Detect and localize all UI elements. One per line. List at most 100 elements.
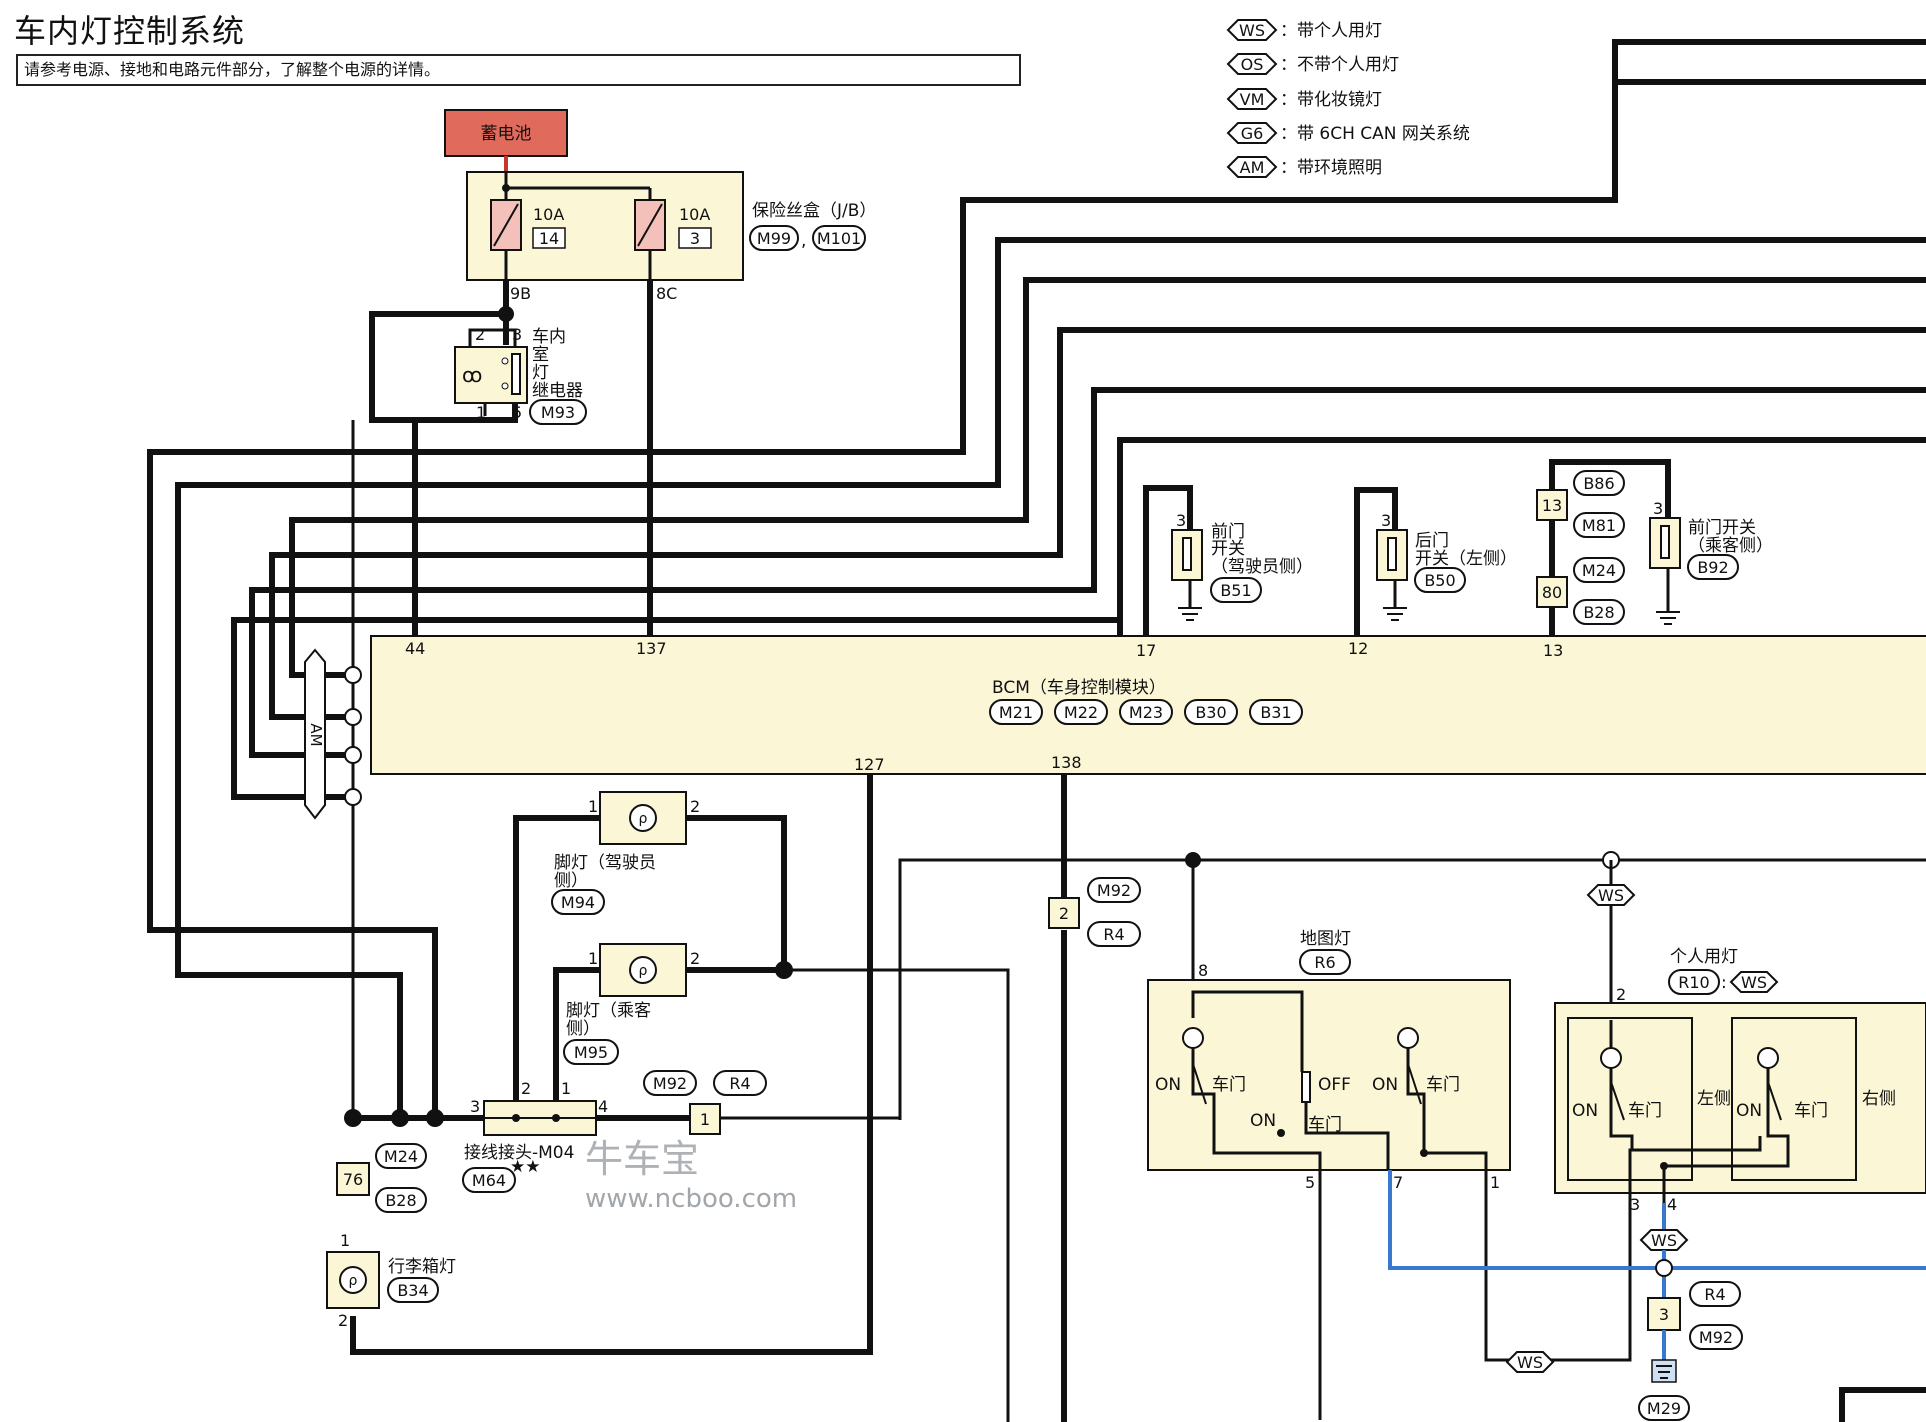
connector-76: 76 M24 B28 bbox=[336, 1143, 427, 1213]
svg-text:ρ: ρ bbox=[639, 963, 648, 979]
svg-text:M24: M24 bbox=[384, 1147, 418, 1166]
svg-text:2: 2 bbox=[690, 797, 700, 816]
svg-text:WS: WS bbox=[1239, 21, 1265, 40]
svg-text:B50: B50 bbox=[1424, 571, 1455, 590]
svg-text:ON: ON bbox=[1736, 1101, 1762, 1121]
svg-text:开关（左侧）: 开关（左侧） bbox=[1415, 549, 1517, 569]
fuse-box-connectors: M99 , M101 bbox=[749, 225, 866, 251]
svg-text:WS: WS bbox=[1741, 973, 1767, 992]
svg-text:WS: WS bbox=[1598, 886, 1624, 905]
svg-text:M21: M21 bbox=[999, 703, 1033, 722]
svg-text:右侧: 右侧 bbox=[1862, 1089, 1896, 1109]
svg-text:M22: M22 bbox=[1064, 703, 1098, 722]
svg-text:：带 6CH CAN 网关系统: ：带 6CH CAN 网关系统 bbox=[1280, 124, 1470, 144]
svg-text:1: 1 bbox=[700, 1110, 710, 1129]
svg-text:12: 12 bbox=[1348, 639, 1368, 658]
svg-text:开关: 开关 bbox=[1211, 539, 1245, 559]
interior-lamp-relay: ꝏ 2 3 1 5 车内 室 灯 继电器 M93 bbox=[454, 325, 587, 425]
svg-text:：带环境照明: ：带环境照明 bbox=[1280, 158, 1382, 178]
svg-text:127: 127 bbox=[854, 755, 885, 774]
svg-text:地图灯: 地图灯 bbox=[1300, 929, 1351, 949]
svg-text:3: 3 bbox=[1653, 499, 1663, 518]
svg-text:7: 7 bbox=[1393, 1173, 1403, 1192]
svg-text:M92: M92 bbox=[653, 1074, 687, 1093]
svg-text:R4: R4 bbox=[1704, 1285, 1725, 1304]
front-door-switch-passenger: 3 前门开关 （乘客侧） B92 bbox=[1649, 499, 1773, 625]
svg-text:M95: M95 bbox=[574, 1043, 608, 1062]
svg-text:AM: AM bbox=[307, 723, 325, 746]
svg-text:蓄电池: 蓄电池 bbox=[481, 124, 532, 144]
svg-text:3: 3 bbox=[1381, 511, 1391, 530]
ws-tag-ground: WS bbox=[1639, 1229, 1689, 1251]
svg-text:1: 1 bbox=[588, 949, 598, 968]
svg-text:VM: VM bbox=[1240, 90, 1265, 109]
svg-text:R4: R4 bbox=[729, 1074, 750, 1093]
svg-text:2: 2 bbox=[1059, 904, 1069, 923]
svg-text:5: 5 bbox=[1305, 1173, 1315, 1192]
svg-text:B28: B28 bbox=[1583, 603, 1614, 622]
svg-text:R6: R6 bbox=[1314, 953, 1335, 972]
svg-text:3: 3 bbox=[470, 1097, 480, 1116]
svg-text:3: 3 bbox=[1630, 1195, 1640, 1214]
svg-text:10A: 10A bbox=[533, 205, 564, 224]
svg-text:车门: 车门 bbox=[1426, 1075, 1460, 1095]
svg-text:10A: 10A bbox=[679, 205, 710, 224]
svg-text:车门: 车门 bbox=[1794, 1101, 1828, 1121]
svg-text:M92: M92 bbox=[1699, 1328, 1733, 1347]
svg-text:OFF: OFF bbox=[1318, 1075, 1351, 1095]
svg-text:WS: WS bbox=[1651, 1231, 1677, 1250]
svg-text:B86: B86 bbox=[1583, 474, 1614, 493]
svg-text:M101: M101 bbox=[817, 229, 861, 248]
svg-text:1: 1 bbox=[588, 797, 598, 816]
svg-text:M94: M94 bbox=[561, 893, 595, 912]
svg-text:M64: M64 bbox=[472, 1171, 506, 1190]
svg-text:（驾驶员侧）: （驾驶员侧） bbox=[1211, 557, 1313, 577]
legend: WS ：带个人用灯 OS ：不带个人用灯 VM ：带化妆镜灯 G6 ：带 6CH… bbox=[1226, 19, 1470, 178]
svg-text:车门: 车门 bbox=[1628, 1101, 1662, 1121]
svg-text:（乘客侧）: （乘客侧） bbox=[1688, 536, 1773, 556]
svg-text:8C: 8C bbox=[656, 284, 677, 303]
svg-text:ON: ON bbox=[1372, 1075, 1398, 1095]
svg-text:B28: B28 bbox=[385, 1191, 416, 1210]
svg-text:3: 3 bbox=[690, 229, 700, 248]
svg-text:车门: 车门 bbox=[1308, 1115, 1342, 1135]
svg-text:4: 4 bbox=[1667, 1195, 1677, 1214]
svg-text:ρ: ρ bbox=[639, 811, 648, 827]
svg-text:ON: ON bbox=[1572, 1101, 1598, 1121]
svg-text:室: 室 bbox=[532, 345, 549, 365]
legend-item-g6: G6 ：带 6CH CAN 网关系统 bbox=[1226, 122, 1470, 144]
legend-item-vm: VM ：带化妆镜灯 bbox=[1226, 88, 1382, 110]
svg-text:侧）: 侧） bbox=[566, 1019, 600, 1039]
svg-text:3: 3 bbox=[1176, 511, 1186, 530]
svg-text:侧）: 侧） bbox=[554, 871, 588, 891]
svg-text:17: 17 bbox=[1136, 641, 1156, 660]
svg-text:R4: R4 bbox=[1103, 925, 1124, 944]
ground-connector: 3 R4 M92 M29 bbox=[1638, 1281, 1743, 1421]
battery: 蓄电池 bbox=[444, 109, 568, 172]
svg-text:4: 4 bbox=[598, 1097, 608, 1116]
legend-item-os: OS ：不带个人用灯 bbox=[1226, 53, 1399, 75]
bcm-label: BCM（车身控制模块） bbox=[992, 678, 1166, 698]
trunk-lamp: ρ 1 2 行李箱灯 B34 bbox=[326, 1231, 456, 1330]
svg-text:B92: B92 bbox=[1697, 558, 1728, 577]
svg-text:138: 138 bbox=[1051, 753, 1082, 772]
svg-text:M99: M99 bbox=[757, 229, 791, 248]
svg-text:车内: 车内 bbox=[532, 327, 566, 347]
svg-text:2: 2 bbox=[475, 325, 485, 344]
svg-text:OS: OS bbox=[1241, 55, 1264, 74]
wiring-diagram: WS ：带个人用灯 OS ：不带个人用灯 VM ：带化妆镜灯 G6 ：带 6CH… bbox=[147, 19, 1926, 1422]
svg-text:8: 8 bbox=[1198, 961, 1208, 980]
svg-text:AM: AM bbox=[1240, 158, 1265, 177]
svg-text:80: 80 bbox=[1542, 583, 1562, 602]
svg-text:1: 1 bbox=[561, 1079, 571, 1098]
svg-text:2: 2 bbox=[1616, 985, 1626, 1004]
svg-text:3: 3 bbox=[1659, 1305, 1669, 1324]
svg-text:44: 44 bbox=[405, 639, 425, 658]
svg-text:ꝏ: ꝏ bbox=[462, 363, 482, 387]
watermark-url: www.ncboo.com bbox=[585, 1184, 798, 1214]
watermark-brand: 牛车宝 bbox=[585, 1137, 700, 1181]
svg-text:M93: M93 bbox=[541, 403, 575, 422]
svg-text:,: , bbox=[801, 231, 806, 251]
connector-m92-r4-pin1: 1 M92 R4 bbox=[643, 1070, 767, 1135]
foot-lamp-driver: ρ 1 2 脚灯（驾驶员 侧） M94 bbox=[551, 791, 700, 915]
